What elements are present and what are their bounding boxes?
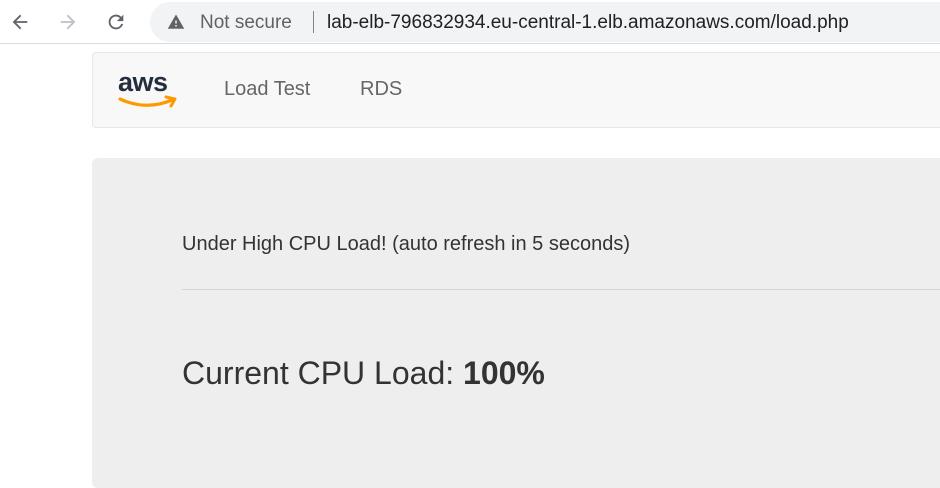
forward-arrow-icon[interactable]	[54, 8, 82, 36]
cpu-load-value: 100%	[463, 355, 545, 391]
omnibox-separator	[313, 11, 314, 33]
warning-triangle-icon[interactable]	[167, 13, 185, 31]
security-status-label[interactable]: Not secure	[200, 12, 292, 34]
nav-link-rds[interactable]: RDS	[360, 78, 402, 101]
toolbar-divider	[0, 43, 940, 44]
load-status-message: Under High CPU Load! (auto refresh in 5 …	[182, 233, 631, 255]
browser-toolbar: Not secure lab-elb-796832934.eu-central-…	[0, 0, 940, 44]
site-navbar: aws Load Test RDS	[92, 52, 940, 128]
aws-smile-icon	[118, 95, 177, 108]
aws-logo[interactable]: aws	[118, 67, 182, 115]
back-arrow-icon[interactable]	[6, 8, 34, 36]
aws-logo-text: aws	[118, 67, 168, 97]
reload-icon[interactable]	[102, 8, 130, 36]
cpu-load-label: Current CPU Load:	[182, 355, 464, 391]
load-status-panel: Under High CPU Load! (auto refresh in 5 …	[92, 158, 940, 488]
horizontal-divider	[182, 289, 940, 290]
nav-link-load-test[interactable]: Load Test	[224, 78, 310, 101]
address-bar[interactable]: Not secure lab-elb-796832934.eu-central-…	[150, 2, 940, 42]
url-text[interactable]: lab-elb-796832934.eu-central-1.elb.amazo…	[327, 12, 849, 34]
cpu-load-readout: Current CPU Load: 100%	[182, 355, 545, 392]
